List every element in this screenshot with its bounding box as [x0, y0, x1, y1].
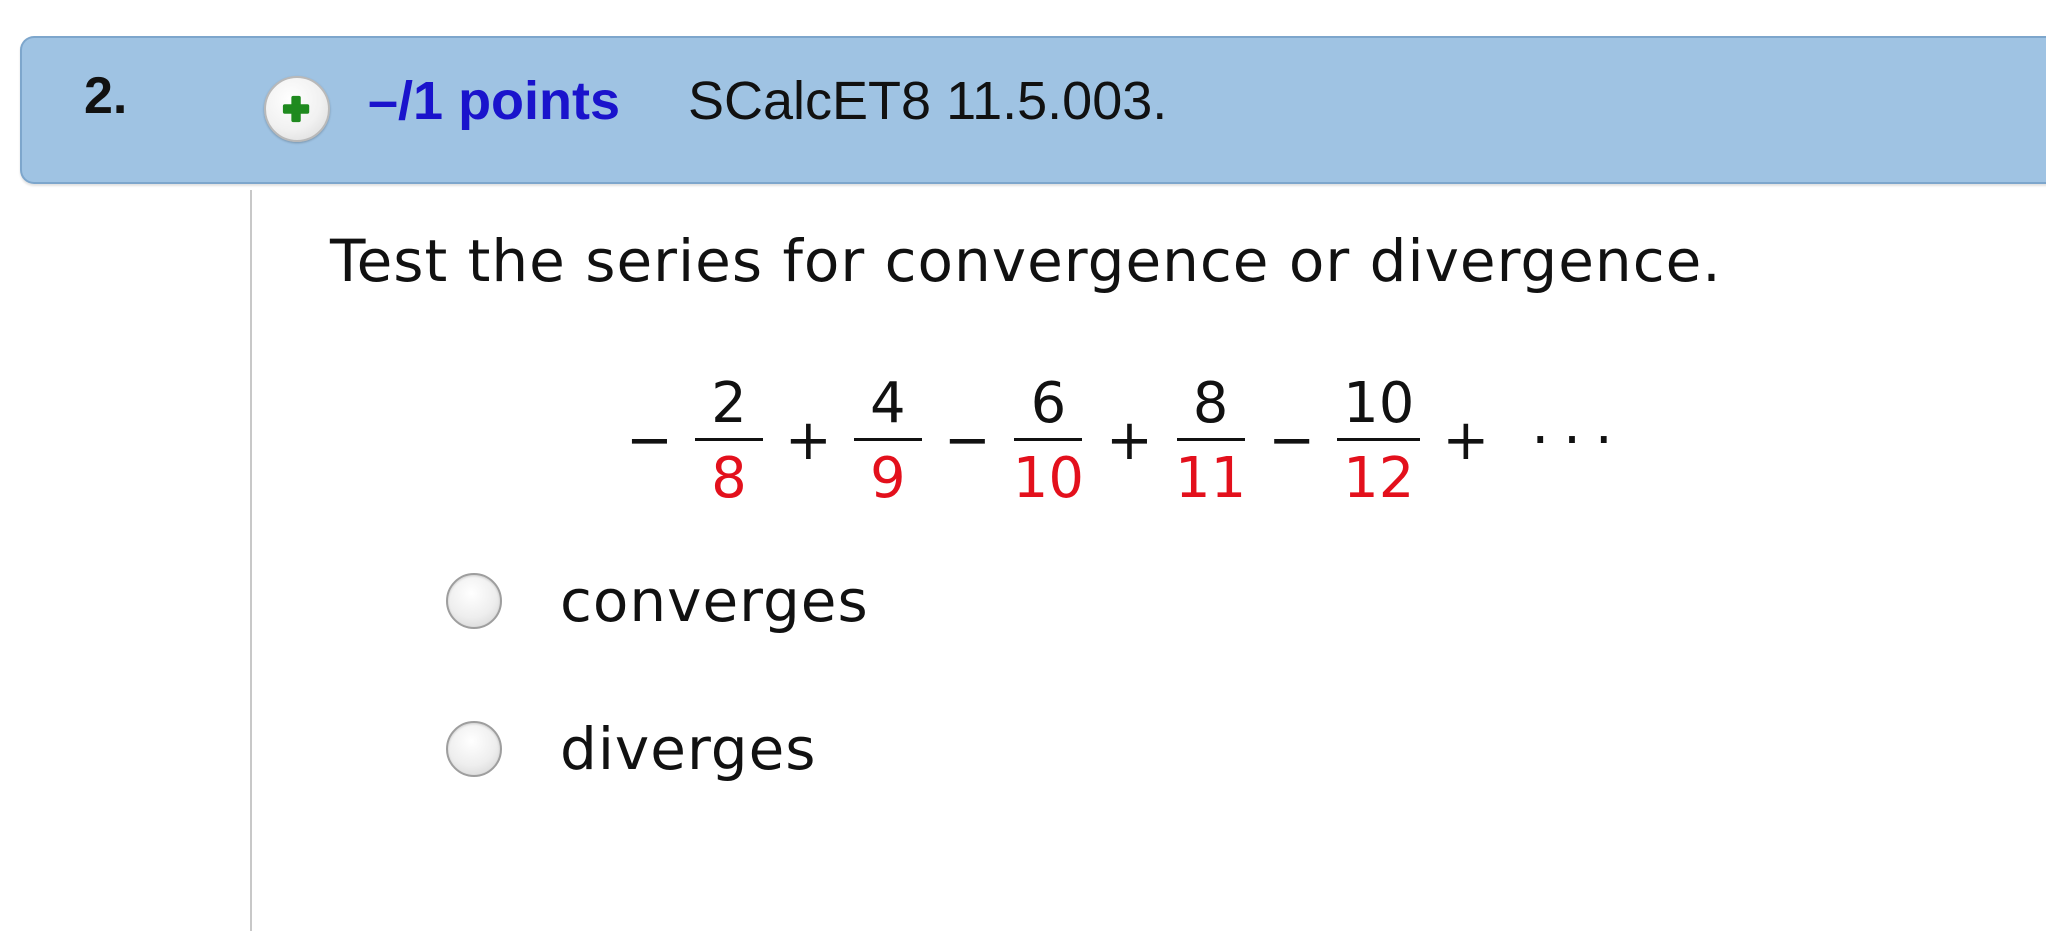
term-sign: + — [784, 408, 832, 473]
option-label: diverges — [560, 715, 817, 783]
term-fraction: 8 11 — [1174, 375, 1247, 511]
series-expression: − 2 8 + 4 9 − 6 10 + 8 11 − 10 12 + ··· — [626, 366, 1627, 516]
plus-circle-icon — [282, 95, 310, 123]
term-fraction: 2 8 — [694, 375, 763, 511]
term-fraction: 4 9 — [853, 375, 922, 511]
trailing-sign: + — [1442, 408, 1490, 473]
term-fraction: 10 12 — [1337, 375, 1421, 511]
term-numerator: 6 — [1014, 375, 1083, 441]
term-sign: − — [626, 408, 673, 473]
question-number: 2. — [84, 67, 128, 125]
term-sign: − — [1268, 408, 1316, 473]
term-denominator: 10 — [1012, 445, 1085, 511]
series-ellipsis: ··· — [1531, 408, 1627, 473]
option-converges[interactable]: converges — [446, 572, 869, 630]
radio-button-converges[interactable] — [446, 573, 502, 629]
term-fraction: 6 10 — [1012, 375, 1085, 511]
question-body-divider — [250, 190, 252, 931]
expand-button[interactable] — [264, 76, 330, 142]
term-sign: − — [943, 408, 991, 473]
term-numerator: 10 — [1337, 375, 1421, 441]
option-label: converges — [560, 567, 869, 635]
question-prompt: Test the series for convergence or diver… — [330, 227, 1722, 295]
points-label: –/1 points — [368, 71, 621, 131]
term-numerator: 2 — [694, 375, 763, 441]
radio-button-diverges[interactable] — [446, 721, 502, 777]
term-denominator: 11 — [1174, 445, 1247, 511]
term-denominator: 12 — [1343, 445, 1415, 511]
term-denominator: 9 — [870, 445, 906, 511]
term-numerator: 4 — [853, 375, 922, 441]
term-denominator: 8 — [711, 445, 747, 511]
term-numerator: 8 — [1176, 375, 1245, 441]
option-diverges[interactable]: diverges — [446, 720, 816, 778]
term-sign: + — [1106, 408, 1153, 473]
question-reference: SCalcET8 11.5.003. — [688, 71, 1168, 131]
